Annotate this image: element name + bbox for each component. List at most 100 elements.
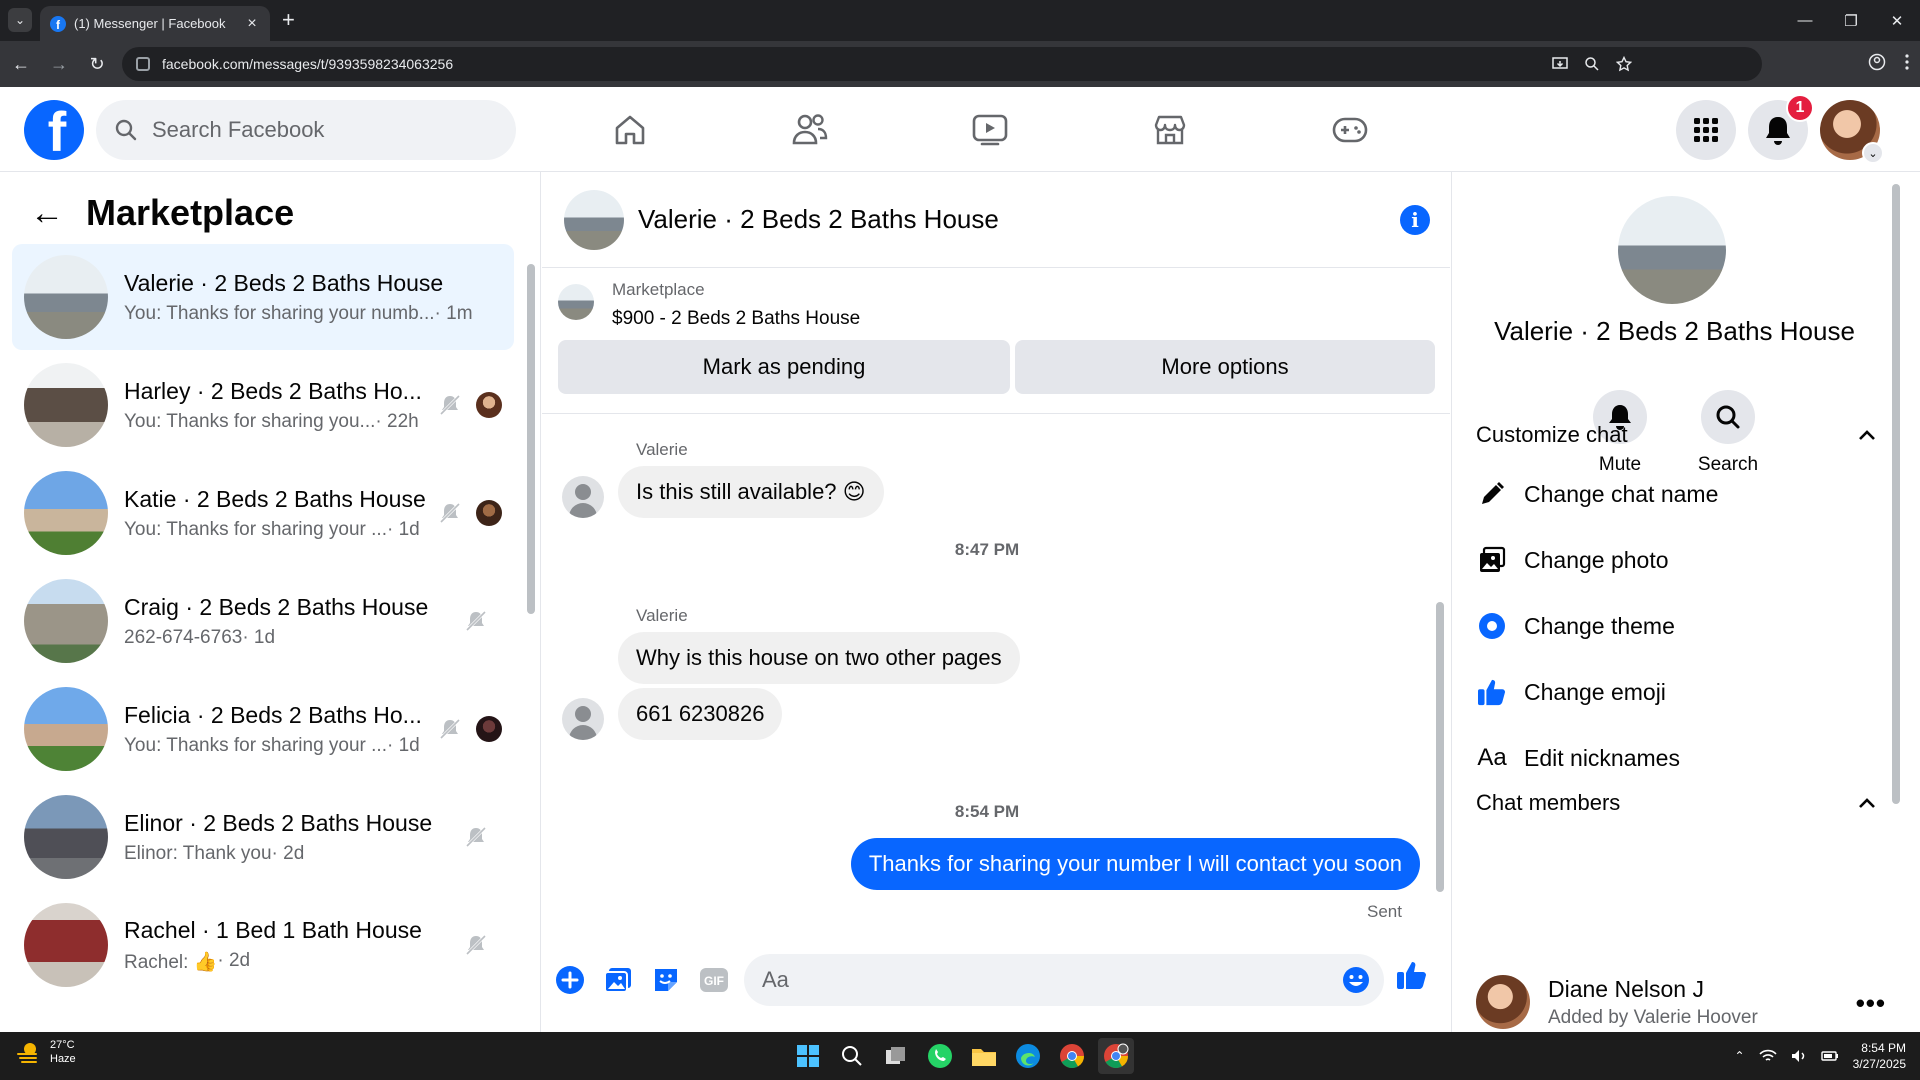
wifi-icon[interactable] [1759,1049,1777,1063]
forward-arrow-icon[interactable]: → [42,54,76,75]
chat-member-row[interactable]: Diane Nelson J Added by Valerie Hoover •… [1476,972,1886,1032]
incoming-message[interactable]: Is this still available? 😊 [618,466,884,518]
back-arrow-icon[interactable]: ← [4,54,38,75]
taskbar-search-icon[interactable] [834,1038,870,1074]
site-settings-icon[interactable] [136,57,150,71]
listing-thumbnail [24,687,108,771]
message-input[interactable] [762,967,1302,993]
more-actions-button[interactable] [546,965,594,995]
conversation-item[interactable]: Katie · 2 Beds 2 Baths House You: Thanks… [12,460,514,566]
browser-menu-icon[interactable] [1904,53,1910,71]
close-window-icon[interactable]: ✕ [1874,0,1920,41]
account-avatar[interactable]: ⌄ [1820,100,1884,164]
conversation-item[interactable]: Felicia · 2 Beds 2 Baths Ho... You: Than… [12,676,514,782]
battery-icon[interactable] [1820,1049,1839,1063]
change-theme-item[interactable]: Change theme [1476,606,1876,646]
tab-search-chevron-icon[interactable]: ⌄ [8,8,32,32]
thumbs-up-like-icon[interactable] [1396,960,1428,995]
listing-thumbnail [24,903,108,987]
conversation-avatar[interactable] [564,189,624,250]
details-scrollbar[interactable] [1892,178,1900,1028]
nav-video[interactable] [900,87,1080,172]
facebook-logo-icon[interactable]: f [24,100,84,160]
conversation-item[interactable]: Craig · 2 Beds 2 Baths House 262-674-676… [12,568,514,674]
photo-gallery-icon [604,968,631,993]
nav-icon-row [540,87,1440,172]
conversation-item[interactable]: Harley · 2 Beds 2 Baths Ho... You: Thank… [12,352,514,458]
message-scrollbar[interactable] [1436,417,1444,937]
message-composer: GIF [542,948,1450,1012]
video-icon [972,114,1008,145]
conversation-item[interactable]: Rachel · 1 Bed 1 Bath House Rachel: 👍 · … [12,892,514,998]
file-explorer-icon[interactable] [966,1038,1002,1074]
listing-title[interactable]: $900 - 2 Beds 2 Baths House [612,308,860,330]
restore-icon[interactable]: ❐ [1828,0,1874,41]
scrollbar-thumb[interactable] [527,264,535,614]
attach-photo-button[interactable] [594,965,642,995]
install-app-icon[interactable] [1552,56,1568,72]
tab-close-icon[interactable]: × [244,15,260,33]
outgoing-message[interactable]: Thanks for sharing your number I will co… [850,838,1420,890]
chrome-icon[interactable] [1054,1038,1090,1074]
conversation-preview: You: Thanks for sharing you... [124,410,376,432]
nav-marketplace[interactable] [1080,87,1260,172]
conversation-time: · 22h [375,410,419,432]
browser-tab[interactable]: f (1) Messenger | Facebook × [40,6,270,41]
conversation-item[interactable]: Valerie · 2 Beds 2 Baths House You: Than… [12,244,514,350]
incoming-message[interactable]: 661 6230826 [618,688,783,740]
gif-button[interactable]: GIF [690,967,738,993]
message-timestamp: 8:54 PM [954,802,1020,821]
mark-as-pending-button[interactable]: Mark as pending [558,340,1010,394]
menu-button[interactable] [1676,100,1736,160]
more-options-icon[interactable]: ••• [1856,988,1886,1019]
new-tab-plus-icon[interactable]: + [282,8,295,32]
bookmark-star-icon[interactable] [1616,56,1632,72]
change-chat-name-item[interactable]: Change chat name [1476,474,1876,514]
profile-icon[interactable] [1868,53,1886,71]
windows-start-icon[interactable] [790,1038,826,1074]
incoming-message[interactable]: Why is this house on two other pages [618,632,1020,684]
details-avatar[interactable] [1618,196,1726,304]
reload-icon[interactable]: ↻ [80,54,114,75]
zoom-icon[interactable] [1584,56,1600,72]
edge-browser-icon[interactable] [1010,1038,1046,1074]
edit-nicknames-item[interactable]: Aa Edit nicknames [1476,738,1876,778]
nav-friends[interactable] [720,87,900,172]
facebook-search-box[interactable] [96,100,516,160]
back-arrow-icon[interactable]: ← [30,194,64,233]
member-name: Diane Nelson J [1548,975,1704,1002]
message-input-box[interactable] [744,954,1384,1006]
tray-chevron-up-icon[interactable]: ⌃ [1735,1049,1745,1063]
sticker-button[interactable] [642,965,690,995]
whatsapp-icon[interactable] [922,1038,958,1074]
scrollbar-thumb[interactable] [1436,602,1444,892]
chat-list-scrollbar[interactable] [527,254,535,1024]
system-clock[interactable]: 8:54 PM 3/27/2025 [1853,1040,1906,1072]
nav-gaming[interactable] [1260,87,1440,172]
emoji-icon[interactable] [1342,966,1370,999]
chrome-profile-icon[interactable] [1098,1038,1134,1074]
minimize-icon[interactable]: — [1782,0,1828,41]
conversation-title[interactable]: Valerie · 2 Beds 2 Baths House [638,204,999,235]
scrollbar-thumb[interactable] [1892,184,1900,804]
task-view-icon[interactable] [878,1038,914,1074]
search-label: Search [1697,454,1759,475]
conversation-item[interactable]: Elinor · 2 Beds 2 Baths House Elinor: Th… [12,784,514,890]
volume-icon[interactable] [1791,1049,1807,1063]
conversation-name: Rachel · 1 Bed 1 Bath House [124,916,422,943]
conversation-name: Craig · 2 Beds 2 Baths House [124,593,429,620]
search-input[interactable] [152,117,472,143]
weather-widget[interactable]: 27°C Haze [16,1038,76,1066]
info-icon[interactable]: i [1400,205,1430,235]
notifications-button[interactable]: 1 [1748,94,1814,160]
chat-members-header[interactable]: Chat members [1476,790,1876,816]
edit-nicknames-label: Edit nicknames [1524,744,1680,771]
sender-avatar [562,698,604,740]
change-emoji-item[interactable]: Change emoji [1476,672,1876,712]
more-options-button[interactable]: More options [1015,340,1435,394]
change-photo-item[interactable]: Change photo [1476,540,1876,580]
listing-thumbnail[interactable] [558,284,594,320]
url-omnibox[interactable]: facebook.com/messages/t/9393598234063256 [122,47,1762,81]
nav-home[interactable] [540,87,720,172]
customize-chat-header[interactable]: Customize chat [1476,422,1876,448]
